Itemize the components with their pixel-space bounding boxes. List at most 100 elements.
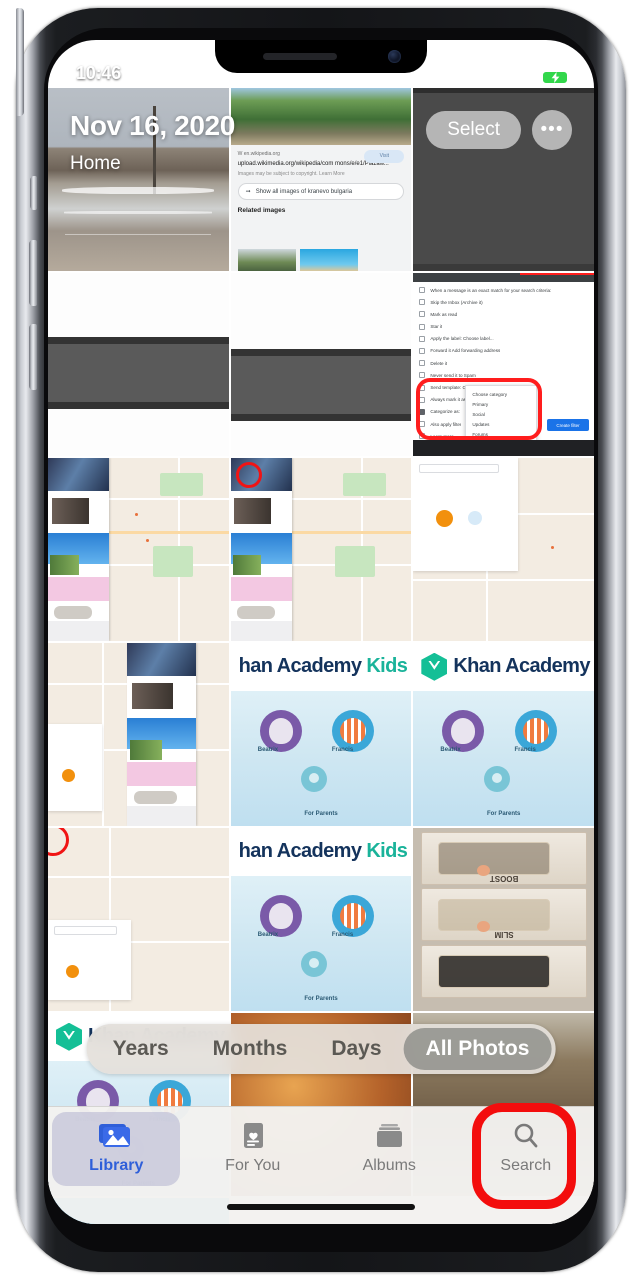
for-you-heart-icon [243, 1123, 263, 1148]
battery-charging-icon [542, 71, 571, 84]
avatar [331, 709, 374, 752]
header-place-label: Home [70, 153, 121, 174]
profile-name: Beatrix [440, 747, 461, 754]
gmail-intro-text: When a message is an exact match for you… [430, 287, 552, 293]
segment-months[interactable]: Months [191, 1028, 310, 1070]
khan-leaf-logo-icon [421, 652, 448, 681]
product-label: SLIM [494, 930, 514, 940]
photo-thumbnail[interactable] [413, 458, 594, 641]
photo-thumbnail[interactable]: W en.wikipedia.org upload.wikimedia.org/… [230, 88, 412, 271]
arrow-right-icon: ➞ [245, 189, 251, 196]
albums-folder-icon [377, 1124, 403, 1147]
google-copyright-label: Images may be subject to copyright. Lear… [237, 171, 345, 178]
tab-label: Library [89, 1157, 144, 1174]
gmail-option-label: Forward it Add forwarding address [430, 348, 501, 354]
add-profile-icon [301, 766, 328, 793]
speaker-grille [263, 53, 337, 60]
avatar [442, 709, 485, 752]
gmail-create-filter-button: Create filter [547, 419, 589, 431]
product-box [420, 945, 587, 999]
power-button[interactable] [16, 8, 24, 116]
photo-thumbnail[interactable]: When a message is an exact match for you… [413, 273, 594, 456]
checkbox-icon [419, 347, 426, 354]
segment-days[interactable]: Days [309, 1028, 403, 1070]
google-related-thumbnails [237, 248, 358, 271]
segment-years[interactable]: Years [91, 1028, 191, 1070]
volume-up-button[interactable] [29, 240, 37, 306]
photo-thumbnail[interactable] [48, 828, 229, 1011]
product-box: SLIM [420, 888, 587, 942]
avatar [259, 894, 302, 937]
checkbox-icon [419, 335, 426, 342]
annotation-bar [520, 273, 594, 275]
front-camera-icon [388, 50, 401, 63]
photo-thumbnail[interactable]: han Academy Kids Beatrix Francis For Par… [230, 643, 412, 826]
checkbox-icon [419, 311, 426, 318]
photo-thumbnail[interactable]: han Academy Kids Beatrix Francis For Par… [230, 828, 412, 1011]
khan-header: Khan Academy [413, 643, 594, 691]
mute-switch-button[interactable] [30, 176, 37, 210]
photo-thumbnail[interactable] [48, 643, 229, 826]
phone-screen: W en.wikipedia.org upload.wikimedia.org/… [48, 40, 594, 1224]
photo-thumbnail[interactable] [230, 273, 412, 456]
tab-label: For You [225, 1157, 281, 1174]
google-show-all-button: ➞ Show all images of kranevo bulgaria [237, 183, 405, 201]
profile-name: Beatrix [257, 747, 279, 754]
google-visit-button: Visit [364, 149, 405, 163]
checkbox-icon [419, 360, 426, 367]
photo-thumbnail[interactable] [48, 273, 229, 456]
product-label: BOOST [489, 873, 518, 883]
tab-search[interactable]: Search [458, 1121, 595, 1175]
gmail-option-label: Skip the Inbox (Archive it) [430, 299, 483, 305]
khan-header: han Academy Kids [230, 643, 412, 691]
gmail-option-label: Apply the label: Choose label... [430, 336, 494, 342]
search-magnifier-icon [514, 1123, 538, 1148]
screenshot-gray-bar [48, 337, 229, 409]
khan-wordmark: Khan Academy [453, 655, 590, 678]
photo-thumbnail[interactable] [48, 458, 229, 641]
tab-for-you[interactable]: For You [185, 1121, 322, 1175]
khan-leaf-logo-icon [56, 1022, 82, 1051]
checkbox-icon [419, 299, 426, 306]
screenshot-inset [48, 458, 110, 641]
gmail-option-label: Mark as read [430, 311, 458, 317]
header-actions: Select ••• [426, 110, 572, 150]
photo-thumbnail[interactable]: BOOST SLIM [413, 828, 594, 1011]
volume-down-button[interactable] [29, 324, 37, 390]
phone-notch [215, 40, 427, 73]
photos-library-icon [99, 1124, 131, 1147]
add-profile-icon [483, 766, 510, 793]
tab-library[interactable]: Library [48, 1112, 185, 1186]
gmail-option-label: Delete it [430, 360, 448, 366]
khan-header: han Academy Kids [230, 828, 412, 876]
tab-label: Albums [362, 1157, 416, 1174]
khan-profile-area: Beatrix Francis For Parents [413, 690, 594, 826]
tab-albums[interactable]: Albums [321, 1121, 458, 1175]
timeline-segmented-control[interactable]: Years Months Days All Photos [86, 1024, 556, 1074]
photo-thumbnail[interactable]: Khan Academy Beatrix Francis For Parents [413, 643, 594, 826]
profile-name: Francis [331, 932, 354, 939]
cellular-signal-icon [491, 70, 510, 84]
checkbox-icon [419, 323, 426, 330]
screenshot-gray-bar [230, 349, 412, 421]
khan-profile-area: Beatrix Francis For Parents [230, 875, 412, 1011]
add-profile-icon [301, 951, 328, 978]
avatar [259, 709, 302, 752]
more-options-button[interactable]: ••• [532, 110, 572, 150]
select-button[interactable]: Select [426, 111, 521, 149]
wifi-icon [517, 71, 535, 83]
for-parents-label: For Parents [486, 810, 521, 817]
for-parents-label: For Parents [304, 810, 338, 817]
segment-all-photos[interactable]: All Photos [403, 1028, 552, 1070]
map-info-card [48, 723, 103, 812]
google-show-all-label: Show all images of kranevo bulgaria [255, 188, 353, 195]
photo-thumbnail[interactable] [230, 458, 412, 641]
header-text-block: Nov 16, 2020 Home [70, 110, 235, 175]
status-right [491, 70, 571, 84]
map-info-card [48, 919, 132, 1001]
map-info-card [413, 458, 519, 572]
page-title: Nov 16, 2020 [70, 110, 235, 141]
screenshot-hero-image [230, 88, 412, 145]
status-left: 10:46 [76, 63, 140, 84]
home-indicator[interactable] [227, 1204, 415, 1210]
